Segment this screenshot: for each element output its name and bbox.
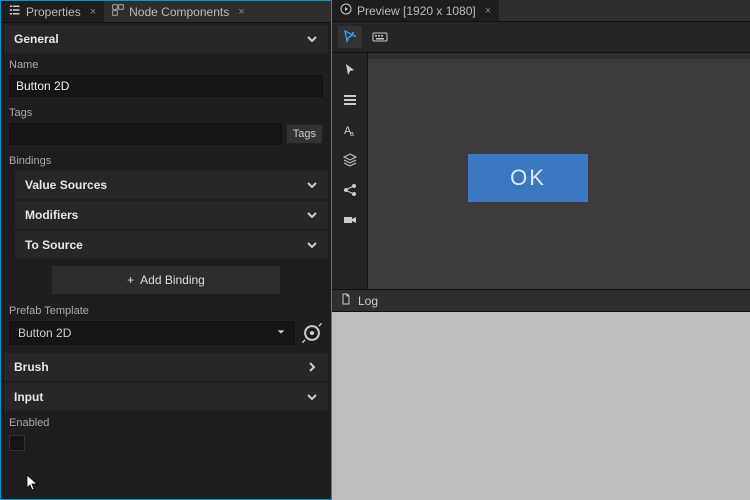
section-label: Modifiers <box>25 208 78 222</box>
tab-preview[interactable]: Preview [1920 x 1080] × <box>332 0 499 21</box>
tab-label: Properties <box>26 5 81 19</box>
log-label: Log <box>358 294 378 308</box>
preview-canvas[interactable]: OK <box>368 59 750 289</box>
ok-button-node[interactable]: OK <box>468 154 588 202</box>
button-label: Add Binding <box>140 273 205 287</box>
properties-body: General Name Tags Tags Bindings Value So… <box>1 23 331 499</box>
interact-tool[interactable] <box>338 26 362 48</box>
prefab-label: Prefab Template <box>1 301 331 319</box>
log-header[interactable]: Log <box>332 290 750 312</box>
chevron-right-icon <box>306 361 318 373</box>
plus-icon: + <box>127 273 134 287</box>
tab-node-components[interactable]: Node Components × <box>104 1 253 22</box>
tags-input[interactable] <box>9 123 282 145</box>
text-tool[interactable]: Aa <box>338 119 362 141</box>
section-label: Brush <box>14 360 49 374</box>
ok-label: OK <box>510 165 546 191</box>
section-label: Value Sources <box>25 178 107 192</box>
chevron-down-icon <box>306 179 318 191</box>
svg-text:a: a <box>350 131 354 138</box>
name-input[interactable] <box>9 75 323 97</box>
section-label: Input <box>14 390 43 404</box>
select-value: Button 2D <box>18 326 71 340</box>
properties-panel: Properties × Node Components × General N… <box>0 0 332 500</box>
section-brush[interactable]: Brush <box>4 353 328 381</box>
section-to-source[interactable]: To Source <box>15 231 328 259</box>
add-binding-button[interactable]: + Add Binding <box>51 265 281 295</box>
pointer-tool[interactable] <box>338 59 362 81</box>
prefab-select[interactable]: Button 2D <box>9 321 295 345</box>
chevron-down-icon <box>306 209 318 221</box>
camera-tool[interactable] <box>338 209 362 231</box>
tab-properties[interactable]: Properties × <box>1 1 104 22</box>
section-modifiers[interactable]: Modifiers <box>15 201 328 229</box>
chevron-down-icon <box>306 239 318 251</box>
log-body[interactable] <box>332 312 750 500</box>
list-icon <box>9 4 21 19</box>
close-icon[interactable]: × <box>238 6 244 18</box>
section-general[interactable]: General <box>4 25 328 53</box>
grid-tool[interactable] <box>338 89 362 111</box>
section-label: To Source <box>25 238 83 252</box>
play-icon <box>340 3 352 18</box>
preview-top-toolbar <box>332 22 750 53</box>
keyboard-tool[interactable] <box>368 26 392 48</box>
bindings-label: Bindings <box>1 151 331 169</box>
enabled-label: Enabled <box>1 413 331 431</box>
enabled-checkbox[interactable] <box>9 435 25 451</box>
right-panel: Preview [1920 x 1080] × <box>332 0 750 500</box>
section-label: General <box>14 32 59 46</box>
preview-area: Aa OK <box>332 22 750 290</box>
close-icon[interactable]: × <box>90 6 96 18</box>
close-icon[interactable]: × <box>485 5 491 17</box>
tags-button[interactable]: Tags <box>286 124 323 144</box>
locate-button[interactable] <box>301 322 323 344</box>
tab-label: Node Components <box>129 5 229 19</box>
components-icon <box>112 4 124 19</box>
chevron-down-icon <box>276 326 286 340</box>
chevron-down-icon <box>306 391 318 403</box>
layers-tool[interactable] <box>338 149 362 171</box>
tab-label: Preview [1920 x 1080] <box>357 4 476 18</box>
document-icon <box>340 293 352 308</box>
left-tabs: Properties × Node Components × <box>1 1 331 23</box>
section-value-sources[interactable]: Value Sources <box>15 171 328 199</box>
log-panel: Log <box>332 290 750 500</box>
chevron-down-icon <box>306 33 318 45</box>
preview-tabs: Preview [1920 x 1080] × <box>332 0 750 22</box>
tags-label: Tags <box>1 103 331 121</box>
preview-side-toolbar: Aa <box>332 53 368 289</box>
section-input[interactable]: Input <box>4 383 328 411</box>
share-tool[interactable] <box>338 179 362 201</box>
name-label: Name <box>1 55 331 73</box>
